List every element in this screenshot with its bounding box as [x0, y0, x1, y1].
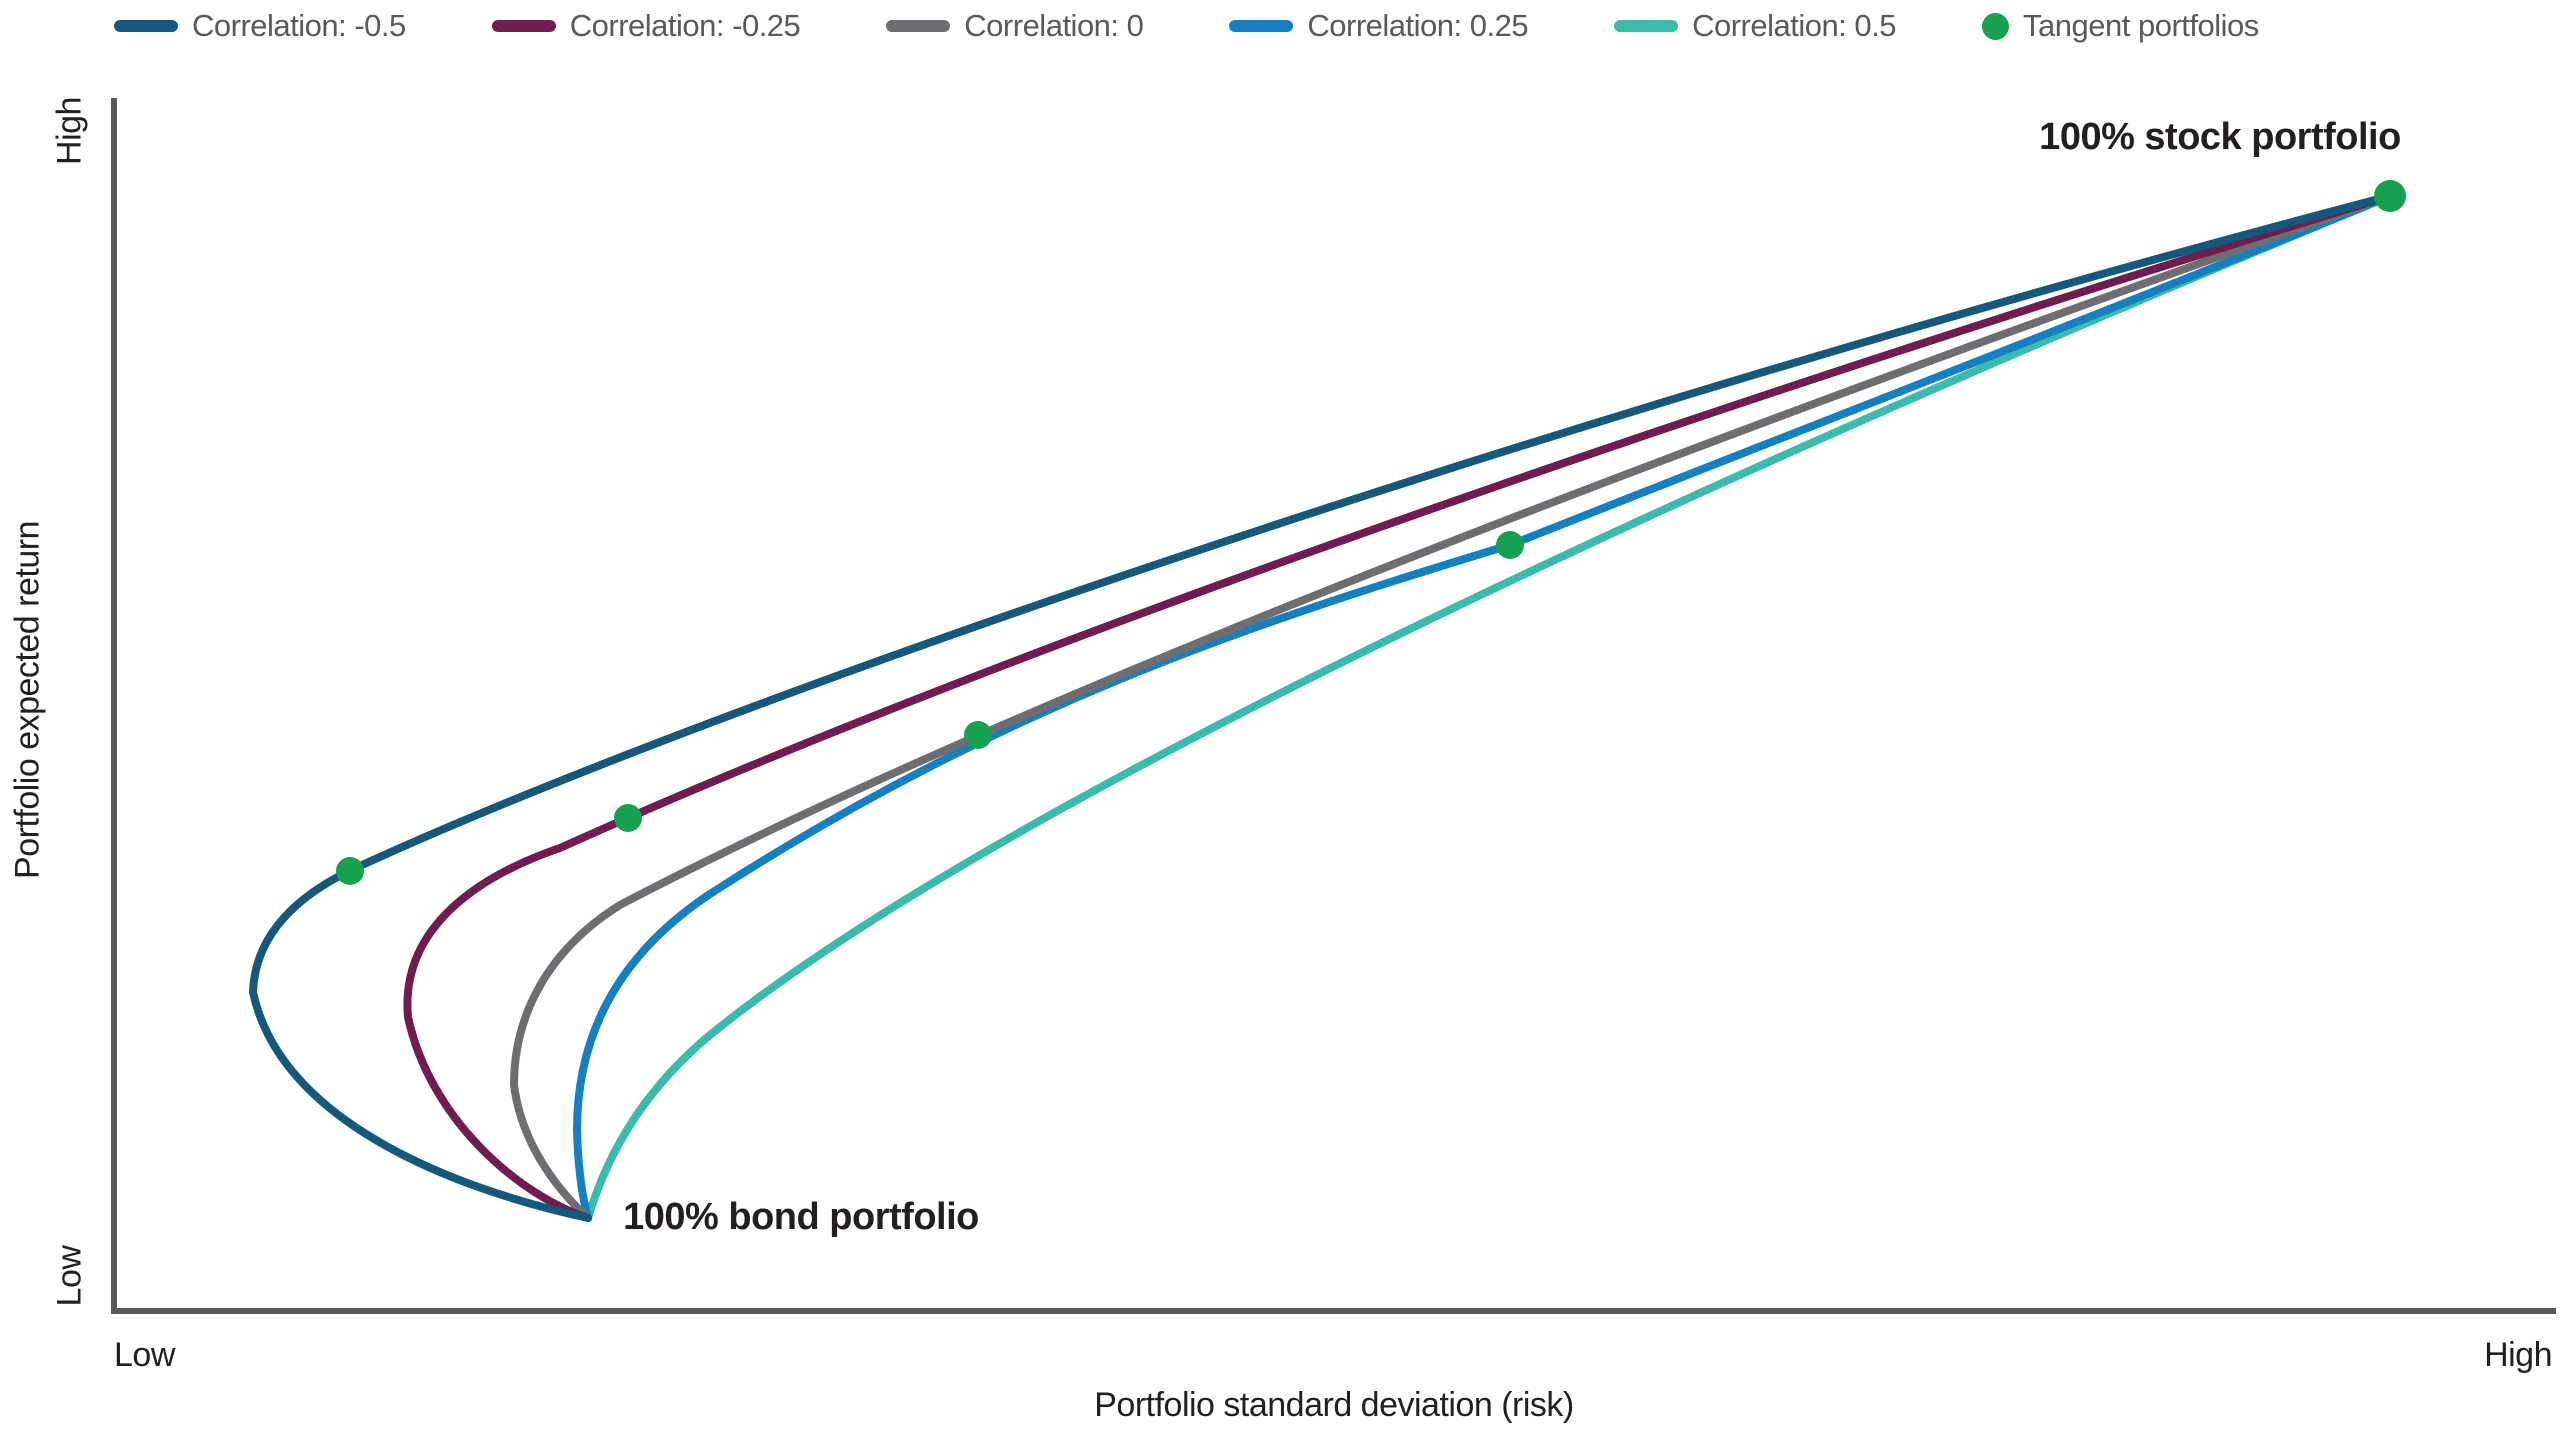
- bond-portfolio-label: 100% bond portfolio: [623, 1196, 979, 1239]
- chart-canvas: Correlation: -0.5 Correlation: -0.25 Cor…: [0, 0, 2560, 1440]
- x-axis-tick-low: Low: [114, 1336, 175, 1375]
- tangent-dot-corr-neg05: [336, 857, 364, 885]
- tangent-dot-corr-neg025: [614, 804, 642, 832]
- tangent-dot-corr-0: [964, 721, 992, 749]
- x-axis-tick-high: High: [2484, 1336, 2552, 1375]
- y-axis-title: Portfolio expected return: [9, 521, 48, 879]
- curve-correlation-neg025: [407, 196, 2390, 1218]
- stock-portfolio-label: 100% stock portfolio: [2039, 116, 2401, 159]
- curve-correlation-025: [577, 196, 2390, 1218]
- curve-correlation-05: [588, 196, 2390, 1218]
- tangent-dot-corr-025: [1496, 531, 1524, 559]
- curve-correlation-neg05: [253, 196, 2390, 1218]
- x-axis-title: Portfolio standard deviation (risk): [1094, 1386, 1574, 1425]
- efficient-frontier-plot: [0, 0, 2560, 1440]
- y-axis-tick-low: Low: [51, 1246, 90, 1307]
- stock-portfolio-dot: [2374, 180, 2406, 212]
- curve-correlation-0: [514, 196, 2390, 1218]
- y-axis-tick-high: High: [51, 97, 90, 165]
